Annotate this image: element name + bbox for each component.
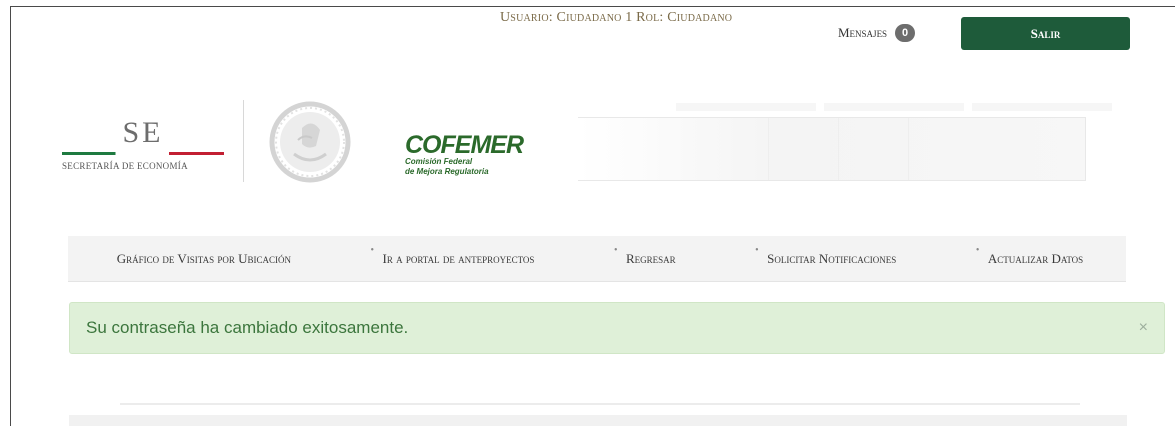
nav-item-draft-portal[interactable]: • Ir a portal de anteproyectos <box>371 245 535 267</box>
nav-item-visit-chart[interactable]: Gráfico de Visitas por Ubicación <box>111 251 291 267</box>
nav-separator-dot: • <box>975 244 980 256</box>
messages-label: Mensajes <box>838 25 888 40</box>
se-logo-name: SECRETARÍA DE ECONOMÍA <box>62 161 188 171</box>
national-seal-icon <box>269 101 351 183</box>
messages-link[interactable]: Mensajes 0 <box>838 24 916 42</box>
messages-count-badge: 0 <box>895 24 916 42</box>
user-info: Usuario: Ciudadano 1 Rol: Ciudadano <box>500 10 733 25</box>
nav-item-back[interactable]: • Regresar <box>614 245 676 267</box>
logout-button[interactable]: Salir <box>961 17 1130 50</box>
success-alert: Su contraseña ha cambiado exitosamente. … <box>69 302 1165 354</box>
content-panel <box>69 415 1127 426</box>
nav-separator-dot: • <box>370 244 375 256</box>
se-logo-flag-stripe <box>62 152 224 155</box>
se-logo: SE SECRETARÍA DE ECONOMÍA <box>62 118 224 171</box>
faded-banner-tabs <box>676 98 1136 111</box>
cofemer-logo: COFEMER Comisión Federal de Mejora Regul… <box>405 131 524 177</box>
section-divider <box>120 403 1080 405</box>
cofemer-logo-name: COFEMER <box>405 131 524 159</box>
alert-message: Su contraseña ha cambiado exitosamente. <box>86 318 409 337</box>
se-logo-abbrev: SE <box>122 116 164 149</box>
nav-item-update-data[interactable]: • Actualizar Datos <box>976 245 1083 267</box>
close-icon[interactable]: × <box>1139 319 1148 337</box>
cofemer-logo-subtitle-2: de Mejora Regulatoria <box>405 167 489 176</box>
nav-separator-dot: • <box>755 244 759 256</box>
logo-divider <box>243 100 244 182</box>
page-frame <box>10 6 1175 426</box>
header-banner-image <box>578 117 1086 181</box>
nav-item-request-notifications[interactable]: • Solicitar Notificaciones <box>755 245 896 267</box>
nav-separator-dot: • <box>613 244 618 256</box>
main-nav: Gráfico de Visitas por Ubicación • Ir a p… <box>68 236 1126 282</box>
